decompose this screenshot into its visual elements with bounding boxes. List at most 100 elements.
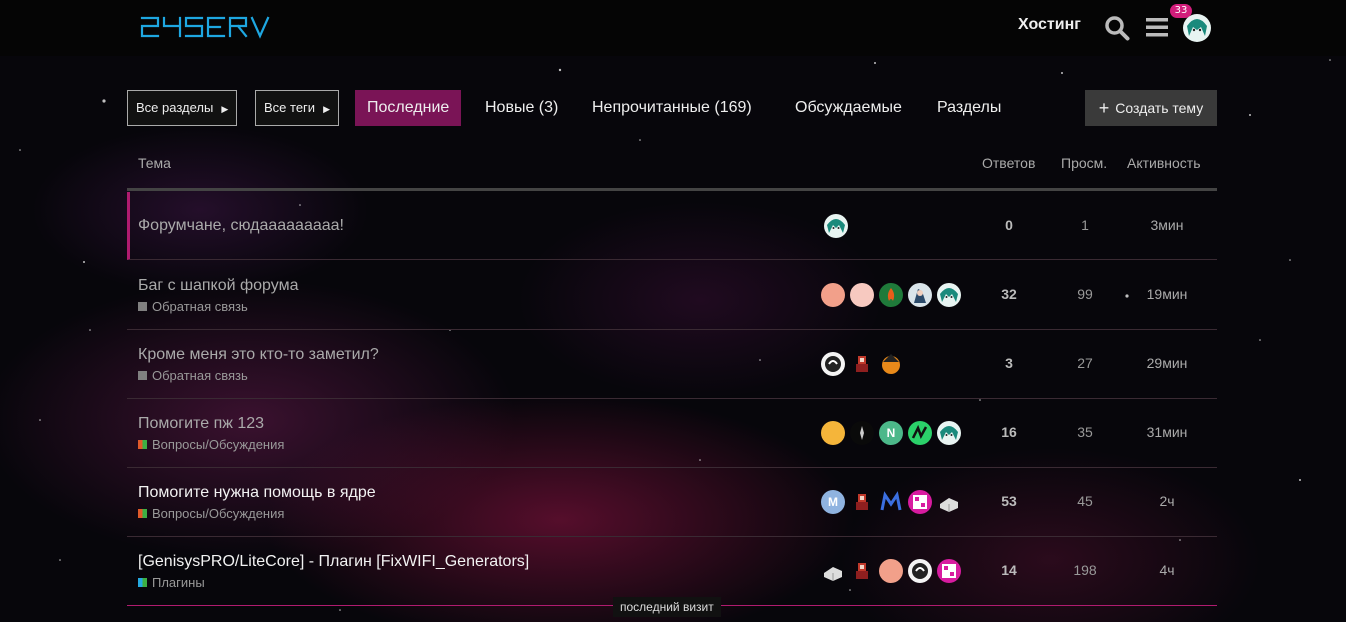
- views-count: 45: [1077, 493, 1093, 509]
- avatar[interactable]: [937, 559, 961, 583]
- category-badge[interactable]: Обратная связь: [138, 368, 248, 383]
- zigzag-avatar-icon: [911, 424, 928, 439]
- avatar[interactable]: [937, 283, 961, 307]
- hosting-link[interactable]: Хостинг: [1018, 16, 1081, 34]
- avatar[interactable]: [850, 490, 874, 514]
- replies-count[interactable]: 53: [979, 493, 1039, 509]
- block-avatar-icon: [940, 498, 958, 512]
- category-badge[interactable]: Вопросы/Обсуждения: [138, 437, 284, 452]
- teal-hair-avatar-icon: [940, 426, 958, 440]
- avatar[interactable]: [879, 352, 903, 376]
- category-badge[interactable]: Вопросы/Обсуждения: [138, 506, 284, 521]
- category-color-swatch: [138, 302, 147, 311]
- avatar[interactable]: [850, 352, 874, 376]
- column-replies[interactable]: Ответов: [982, 155, 1035, 171]
- avatar[interactable]: [908, 559, 932, 583]
- avatar[interactable]: [850, 559, 874, 583]
- avatar[interactable]: [908, 283, 932, 307]
- user-avatar[interactable]: [1183, 14, 1211, 42]
- caret-right-icon: ▶: [323, 104, 330, 114]
- replies-count[interactable]: 3: [979, 355, 1039, 371]
- column-views[interactable]: Просм.: [1061, 155, 1107, 171]
- category-name: Обратная связь: [152, 368, 248, 383]
- hamburger-menu-icon[interactable]: [1146, 17, 1168, 37]
- table-row[interactable]: Кроме меня это кто-то заметил? Обратная …: [127, 330, 1217, 399]
- table-row[interactable]: Баг с шапкой форума Обратная связь 32 99…: [127, 261, 1217, 330]
- category-badge[interactable]: Плагины: [138, 575, 205, 590]
- avatar[interactable]: [850, 421, 874, 445]
- category-color-swatch: [138, 578, 147, 587]
- avatar[interactable]: [879, 559, 903, 583]
- category-color-swatch: [138, 440, 147, 449]
- categories-dropdown[interactable]: Все разделы ▶: [127, 90, 238, 126]
- avatar[interactable]: [824, 214, 848, 238]
- activity-time[interactable]: 31мин: [1135, 424, 1199, 440]
- views-count: 99: [1077, 286, 1093, 302]
- replies-count[interactable]: 14: [979, 562, 1039, 578]
- avatar[interactable]: [879, 490, 903, 514]
- caret-right-icon: ▶: [221, 104, 229, 114]
- category-name: Вопросы/Обсуждения: [152, 506, 285, 521]
- site-logo[interactable]: [140, 14, 270, 40]
- category-badge[interactable]: Обратная связь: [138, 299, 248, 314]
- topic-title[interactable]: [GenisysPRO/LiteCore] - Плагин [FixWIFI_…: [138, 553, 529, 571]
- activity-time[interactable]: 3мин: [1135, 217, 1199, 233]
- avatar[interactable]: [821, 421, 845, 445]
- avatar[interactable]: [937, 421, 961, 445]
- avatar[interactable]: [850, 283, 874, 307]
- spiral-avatar-icon: [912, 563, 928, 579]
- category-color-swatch: [138, 371, 147, 380]
- tab-categories[interactable]: Разделы: [937, 90, 1001, 126]
- avatar[interactable]: [821, 352, 845, 376]
- tab-new[interactable]: Новые (3): [485, 90, 558, 126]
- tab-latest[interactable]: Последние: [355, 90, 462, 126]
- views-count: 35: [1077, 424, 1093, 440]
- topic-title[interactable]: Кроме меня это кто-то заметил?: [138, 346, 379, 364]
- teal-hair-avatar-icon: [827, 219, 845, 233]
- views-count: 27: [1077, 355, 1093, 371]
- mcpe-logo-icon: [913, 495, 927, 509]
- topic-title[interactable]: Баг с шапкой форума: [138, 277, 298, 295]
- spiral-avatar-icon: [825, 356, 841, 372]
- replies-count[interactable]: 0: [979, 217, 1039, 233]
- category-color-swatch: [138, 509, 147, 518]
- topic-title[interactable]: Форумчане, сюдааааааааа!: [138, 217, 344, 235]
- search-icon[interactable]: [1104, 15, 1130, 41]
- avatar[interactable]: [908, 421, 932, 445]
- replies-count[interactable]: 16: [979, 424, 1039, 440]
- avatar[interactable]: M: [821, 490, 845, 514]
- blue-m-logo-icon: [880, 491, 902, 511]
- avatar[interactable]: [908, 490, 932, 514]
- activity-time[interactable]: 2ч: [1135, 493, 1199, 509]
- table-header-divider: [127, 188, 1217, 191]
- category-name: Плагины: [152, 575, 205, 590]
- block-avatar-icon: [824, 567, 842, 581]
- avatar[interactable]: N: [879, 421, 903, 445]
- plus-icon: +: [1098, 98, 1110, 118]
- table-row[interactable]: Форумчане, сюдааааааааа! 0 1 3мин: [127, 192, 1217, 260]
- topic-title[interactable]: Помогите нужна помощь в ядре: [138, 484, 376, 502]
- avatar[interactable]: [821, 559, 845, 583]
- mcpe-logo-icon: [942, 564, 956, 578]
- topic-title[interactable]: Помогите пж 123: [138, 415, 264, 433]
- activity-time[interactable]: 4ч: [1135, 562, 1199, 578]
- table-row[interactable]: Помогите пж 123 Вопросы/Обсуждения N 16 …: [127, 399, 1217, 468]
- tab-unread[interactable]: Непрочитанные (169): [592, 90, 752, 126]
- replies-count[interactable]: 32: [979, 286, 1039, 302]
- character-avatar-icon: [914, 289, 926, 303]
- category-name: Обратная связь: [152, 299, 248, 314]
- table-row[interactable]: [GenisysPRO/LiteCore] - Плагин [FixWIFI_…: [127, 537, 1217, 606]
- tags-dropdown[interactable]: Все теги ▶: [255, 90, 339, 126]
- tags-dropdown-label: Все теги: [264, 100, 316, 115]
- avatar[interactable]: [879, 283, 903, 307]
- create-topic-button[interactable]: + Создать тему: [1085, 90, 1217, 126]
- activity-time[interactable]: 29мин: [1135, 355, 1199, 371]
- views-count: 198: [1073, 562, 1097, 578]
- activity-time[interactable]: 19мин: [1135, 286, 1199, 302]
- avatar[interactable]: [821, 283, 845, 307]
- category-name: Вопросы/Обсуждения: [152, 437, 285, 452]
- tab-top[interactable]: Обсуждаемые: [795, 90, 902, 126]
- table-row[interactable]: Помогите нужна помощь в ядре Вопросы/Обс…: [127, 468, 1217, 537]
- column-activity[interactable]: Активность: [1127, 155, 1201, 171]
- avatar[interactable]: [937, 490, 961, 514]
